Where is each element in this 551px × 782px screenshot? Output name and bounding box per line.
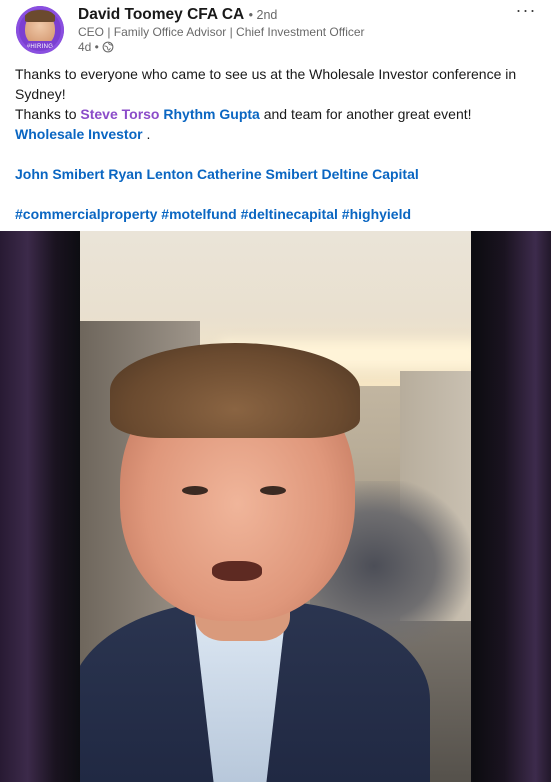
author-name[interactable]: David Toomey CFA CA — [78, 6, 244, 23]
author-name-line: David Toomey CFA CA • 2nd — [78, 6, 277, 24]
author-headline: CEO | Family Office Advisor | Chief Inve… — [78, 25, 365, 39]
line2-prefix: Thanks to — [15, 106, 77, 122]
more-options-icon[interactable]: ··· — [510, 1, 542, 22]
connection-degree: • 2nd — [248, 8, 278, 22]
person-hair — [110, 343, 360, 438]
mention-rhythm-gupta[interactable]: Rhythm Gupta — [163, 106, 259, 122]
hashtag-deltinecapital[interactable]: #deltinecapital — [241, 206, 338, 222]
hashtag-commercialproperty[interactable]: #commercialproperty — [15, 206, 157, 222]
tag-john-smibert[interactable]: John Smibert — [15, 166, 104, 182]
line2-middle: and team for another great event! — [263, 106, 472, 122]
video-blur-edge — [473, 231, 551, 782]
video-frame-content[interactable] — [80, 231, 471, 782]
tagged-people: John Smibert Ryan Lenton Catherine Smibe… — [15, 164, 537, 184]
hashtag-motelfund[interactable]: #motelfund — [161, 206, 236, 222]
post-header: #HIRING David Toomey CFA CA • 2nd CEO | … — [0, 0, 551, 62]
mention-wholesale-investor[interactable]: Wholesale Investor — [15, 126, 143, 142]
hashtags: #commercialproperty #motelfund #deltinec… — [15, 204, 537, 224]
post-meta: 4d • — [78, 40, 114, 54]
video-player[interactable] — [0, 231, 551, 782]
tag-ryan-lenton[interactable]: Ryan Lenton — [108, 166, 193, 182]
globe-icon — [102, 41, 114, 53]
avatar-ring — [16, 6, 64, 54]
post-text: Thanks to everyone who came to see us at… — [15, 64, 537, 224]
person-eye-right — [260, 486, 286, 495]
mention-steve-torso[interactable]: Steve Torso — [80, 106, 159, 122]
tag-catherine-smibert[interactable]: Catherine Smibert — [197, 166, 318, 182]
line2-suffix: . — [146, 126, 151, 142]
hashtag-highyield[interactable]: #highyield — [342, 206, 411, 222]
post-line-2: Thanks to Steve Torso Rhythm Gupta and t… — [15, 104, 537, 144]
post-time: 4d • — [78, 40, 99, 54]
tag-deltine-capital[interactable]: Deltine Capital — [322, 166, 419, 182]
person-mouth — [212, 561, 262, 581]
person-eye-left — [182, 486, 208, 495]
author-avatar[interactable]: #HIRING — [16, 6, 64, 54]
post-line-1: Thanks to everyone who came to see us at… — [15, 66, 517, 102]
